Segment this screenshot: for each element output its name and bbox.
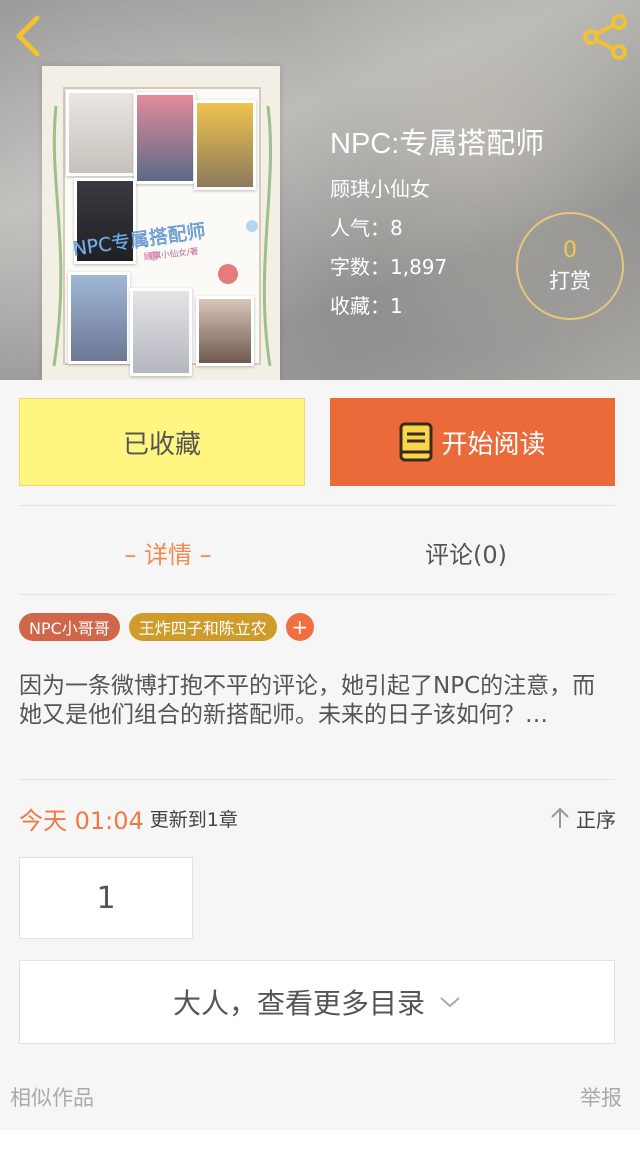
similar-works-label: 相似作品 [10,1086,94,1110]
bottom-area [0,1130,640,1162]
share-button[interactable] [578,12,634,62]
book-icon [399,422,433,462]
cover-photo [130,288,192,376]
update-time: 今天 01:04 [19,806,144,835]
view-more-label: 大人，查看更多目录 [172,987,425,1020]
arrow-up-icon [551,807,569,828]
book-author[interactable]: 顾琪小仙女 [330,176,620,202]
tab-detail-label: – 详情 – [124,540,212,569]
update-info: 今天 01:04 更新到1章 [19,800,238,836]
cover-photo [68,272,130,364]
divider [19,779,615,780]
tab-comment-label: 评论(0) [425,540,507,569]
reward-button[interactable]: 0 打赏 [516,212,624,320]
tag-list: NPC小哥哥 王炸四子和陈立农 + [19,613,314,641]
book-synopsis[interactable]: 因为一条微博打抱不平的评论，她引起了NPC的注意，而她又是他们组合的新搭配师。未… [19,672,615,730]
cover-photo [194,100,256,190]
sort-toggle[interactable]: 正序 [550,802,616,834]
chevron-left-icon [16,15,40,57]
chapter-item[interactable]: 1 [19,857,193,939]
tab-detail[interactable]: – 详情 – [19,528,317,576]
back-button[interactable] [6,10,50,62]
share-icon [583,14,627,60]
tag-item[interactable]: 王炸四子和陈立农 [128,613,277,641]
cover-photo [66,90,136,176]
update-text: 更新到1章 [149,808,238,831]
favorite-button[interactable]: 已收藏 [19,398,305,486]
favorite-button-label: 已收藏 [122,429,201,460]
sort-label: 正序 [576,807,616,832]
cover-photo [134,92,196,184]
book-header: NPC专属搭配师 顾琪小仙女/著 NPC:专属搭配师 顾琪小仙女 人气：8 字数… [0,0,640,380]
start-reading-button[interactable]: 开始阅读 [330,398,615,486]
add-tag-button[interactable]: + [285,613,314,641]
reward-label: 打赏 [549,269,591,293]
book-title: NPC:专属搭配师 [330,128,545,160]
tag-item[interactable]: NPC小哥哥 [19,613,120,641]
start-reading-label: 开始阅读 [441,429,546,460]
report-link[interactable]: 举报 [580,1082,622,1112]
view-more-catalog-button[interactable]: 大人，查看更多目录 [19,960,615,1044]
book-cover[interactable]: NPC专属搭配师 顾琪小仙女/著 [42,66,280,380]
chevron-down-icon [439,995,461,1009]
cover-subtitle-text: 顾琪小仙女/著 [143,245,199,263]
divider [19,505,615,506]
reward-count: 0 [563,238,577,263]
tab-comment[interactable]: 评论(0) [317,528,615,576]
divider [19,594,615,595]
cover-photo [196,296,254,366]
chapter-number: 1 [96,880,116,916]
